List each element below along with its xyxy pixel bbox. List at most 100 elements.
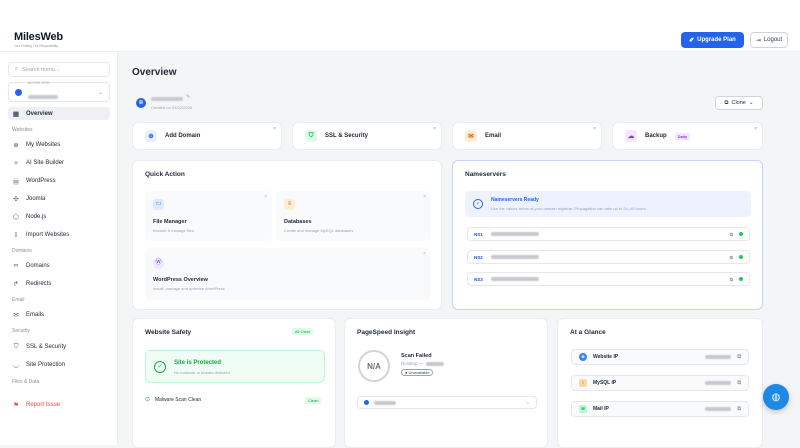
folder-icon: ▭ bbox=[153, 199, 164, 210]
ip-redacted bbox=[705, 355, 732, 359]
clean-badge: Clean bbox=[305, 397, 322, 404]
copy-icon[interactable]: ⧉ bbox=[737, 354, 741, 360]
flag-icon: ⚑ bbox=[13, 401, 19, 409]
copy-icon[interactable]: ⧉ bbox=[730, 277, 733, 282]
logout-button[interactable]: ⇥ Logout bbox=[750, 32, 788, 48]
backup-card[interactable]: ☁ Backup Daily × bbox=[612, 122, 763, 150]
check-circle-icon: ⊙ bbox=[145, 397, 151, 403]
sidebar-item-redirects[interactable]: ↱ Redirects bbox=[8, 277, 110, 290]
protected-banner: ✓ Site is Protected No malware or threat… bbox=[145, 350, 325, 383]
nameserver-row: NS3 ⧉ bbox=[467, 272, 750, 286]
section-email: Email bbox=[12, 297, 25, 303]
chevron-down-icon: ⌄ bbox=[748, 100, 754, 106]
pagespeed-title: PageSpeed Insight bbox=[357, 329, 416, 336]
cloud-upload-icon: ☁ bbox=[625, 130, 637, 142]
site-dot-icon bbox=[364, 400, 369, 405]
status-dot bbox=[739, 277, 743, 281]
database-icon: ≡ bbox=[284, 199, 295, 210]
search-input[interactable]: ⌕ Search menu... bbox=[8, 62, 110, 77]
close-icon[interactable]: × bbox=[593, 126, 596, 132]
sidebar-item-emails[interactable]: ✉ Emails bbox=[8, 308, 110, 321]
sidebar-item-import[interactable]: ⇩ Import Websites bbox=[8, 228, 110, 241]
wordpress-icon: Ⓦ bbox=[12, 178, 20, 186]
pagespeed-site-select[interactable]: ⌄ bbox=[357, 396, 537, 409]
nameservers-title: Nameservers bbox=[465, 171, 506, 178]
page-title: Overview bbox=[132, 67, 177, 78]
all-clear-badge: All Clear bbox=[292, 328, 314, 335]
scan-status: Scan Failed bbox=[401, 353, 432, 359]
redirect-icon: ↱ bbox=[13, 280, 19, 288]
pagespeed-score: N/A bbox=[358, 350, 390, 382]
top-bar: MilesWeb Your Hosting, Our Responsibilit… bbox=[0, 0, 800, 52]
active-site-select[interactable]: ACTIVE SITE ⌄ bbox=[8, 81, 110, 102]
section-files: Files & Data bbox=[12, 379, 40, 385]
chevron-down-icon: ⌄ bbox=[525, 399, 530, 406]
clone-button[interactable]: ⧉ Clone ⌄ bbox=[715, 96, 763, 110]
sidebar-item-nodejs[interactable]: ⬡ Node.js bbox=[8, 210, 110, 223]
logout-icon: ⇥ bbox=[755, 37, 761, 44]
edit-icon[interactable]: ✎ bbox=[186, 94, 190, 100]
nameserver-row: NS2 ⧉ bbox=[467, 250, 750, 264]
nodejs-icon: ⬡ bbox=[13, 213, 19, 221]
ssl-security-card[interactable]: ⛉ SSL & Security × bbox=[292, 122, 442, 150]
glance-row: ≡ MySQL IP ⧉ bbox=[571, 375, 749, 391]
close-icon[interactable]: × bbox=[433, 126, 436, 132]
sidebar-item-ai-builder[interactable]: ✧ AI Site Builder bbox=[8, 156, 110, 169]
at-a-glance-title: At a Glance bbox=[570, 329, 606, 336]
ns-value-redacted bbox=[490, 255, 539, 259]
wordpress-overview-card[interactable]: Ⓦ × WordPress Overview Install, manage a… bbox=[145, 248, 431, 300]
glance-row: ✉ Mail IP ⧉ bbox=[571, 401, 749, 417]
website-safety-panel: Website Safety All Clear ✓ Site is Prote… bbox=[132, 318, 336, 448]
sidebar-item-joomla[interactable]: ✣ Joomla bbox=[8, 192, 110, 205]
globe-icon: ⊕ bbox=[145, 130, 157, 142]
glance-row: ⊕ Website IP ⧉ bbox=[571, 349, 749, 365]
sidebar-item-ssl[interactable]: ⛉ SSL & Security bbox=[8, 340, 110, 353]
sparkle-icon: ✧ bbox=[13, 159, 19, 167]
site-name-redacted bbox=[28, 94, 58, 99]
mail-icon: ✉ bbox=[13, 311, 19, 319]
close-icon[interactable]: × bbox=[264, 194, 267, 200]
section-websites: Websites bbox=[12, 127, 33, 133]
malware-scan-status: Malware Scan Clean bbox=[155, 397, 202, 403]
upgrade-plan-button[interactable]: ✐ Upgrade Plan bbox=[681, 32, 744, 48]
copy-icon[interactable]: ⧉ bbox=[737, 380, 741, 386]
sidebar: ⌕ Search menu... ACTIVE SITE ⌄ ▦ Overview… bbox=[0, 52, 118, 445]
sidebar-item-site-protection[interactable]: ◡ Site Protection bbox=[8, 358, 110, 371]
sidebar-item-my-websites[interactable]: ⊕ My Websites bbox=[8, 138, 110, 151]
chevron-down-icon: ⌄ bbox=[97, 89, 103, 96]
mail-icon: ✉ bbox=[579, 405, 587, 413]
database-icon: ≡ bbox=[579, 379, 587, 387]
close-icon[interactable]: × bbox=[423, 251, 426, 257]
search-icon: ⌕ bbox=[15, 66, 19, 72]
site-created-date: Created on 03/02/2026 bbox=[151, 105, 192, 110]
device-line: Desktop — bbox=[401, 361, 445, 366]
unavailable-chip: ● Unavailable bbox=[401, 369, 434, 376]
site-icon bbox=[15, 88, 22, 96]
section-security: Security bbox=[12, 328, 31, 334]
file-manager-card[interactable]: ▭ × File Manager Browse & manage files bbox=[145, 191, 272, 241]
sidebar-item-report-issue[interactable]: ⚑ Report Issue bbox=[8, 398, 110, 411]
copy-icon[interactable]: ⧉ bbox=[730, 232, 733, 237]
sidebar-item-wordpress[interactable]: Ⓦ WordPress bbox=[8, 174, 110, 187]
chat-icon: ◍ bbox=[771, 391, 781, 403]
sidebar-item-overview[interactable]: ▦ Overview bbox=[8, 107, 110, 120]
sidebar-item-domains[interactable]: ∞ Domains bbox=[8, 259, 110, 272]
brand-tagline: Your Hosting, Our Responsibility bbox=[14, 44, 58, 48]
quick-action-title: Quick Action bbox=[145, 171, 185, 178]
close-icon[interactable]: × bbox=[423, 194, 426, 200]
copy-icon[interactable]: ⧉ bbox=[737, 406, 741, 412]
shield-icon: ⛉ bbox=[305, 130, 317, 142]
databases-card[interactable]: ≡ × Databases Create and manage MySQL da… bbox=[276, 191, 431, 241]
nameserver-row: NS1 ⧉ bbox=[467, 227, 750, 241]
close-icon[interactable]: × bbox=[754, 126, 757, 132]
close-icon[interactable]: × bbox=[273, 126, 276, 132]
email-card[interactable]: ✉ Email × bbox=[452, 122, 602, 150]
copy-icon[interactable]: ⧉ bbox=[730, 255, 733, 260]
logo[interactable]: MilesWeb Your Hosting, Our Responsibilit… bbox=[14, 31, 63, 48]
add-domain-card[interactable]: ⊕ Add Domain × bbox=[132, 122, 282, 150]
link-icon: ∞ bbox=[13, 262, 19, 269]
protection-icon: ◡ bbox=[13, 361, 19, 369]
joomla-icon: ✣ bbox=[13, 195, 19, 203]
chat-support-button[interactable]: ◍ bbox=[763, 384, 789, 410]
nameservers-ready-banner: ✓ Nameservers Ready Use the values below… bbox=[465, 191, 751, 217]
